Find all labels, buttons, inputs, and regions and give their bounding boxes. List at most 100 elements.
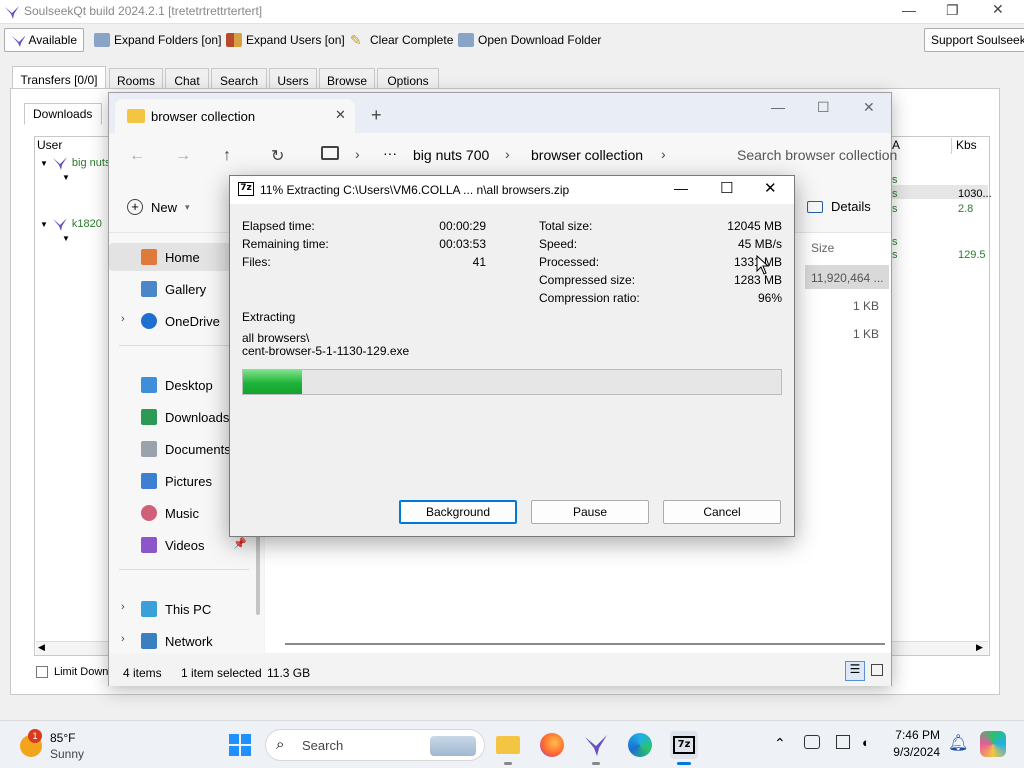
nav-label: Pictures [165,473,212,489]
available-button[interactable]: Available [4,28,84,52]
open-download-folder-button[interactable]: Open Download Folder [452,28,607,52]
network-icon[interactable] [836,735,850,749]
breadcrumb-more[interactable]: ··· [383,145,397,161]
nav-label: Music [165,505,199,521]
chevron-right-icon: › [505,146,510,162]
compression-ratio-value: 96% [757,291,782,305]
details-view-icon[interactable]: ☰ [845,661,865,681]
cloud-icon [141,313,157,329]
search-label: Search [302,738,344,753]
status-fragment: s [892,203,898,215]
pictures-icon [141,473,157,489]
item-count: 4 items [123,666,162,680]
clear-complete-button[interactable]: ✎ Clear Complete [344,28,459,52]
search-input[interactable]: Search browser collection [737,147,897,163]
minimize-icon[interactable]: — [771,99,785,115]
operation-status: Extracting [242,310,296,324]
restore-icon[interactable]: ❐ [946,2,959,19]
collapse-arrow-icon[interactable]: ▼ [62,173,70,182]
available-label: Available [28,33,77,47]
dialog-title: 11% Extracting C:\Users\VM6.COLLA ... n\… [260,183,570,197]
subtab-downloads[interactable]: Downloads [24,103,102,125]
large-icons-view-icon[interactable] [871,664,883,676]
maximize-icon[interactable]: ☐ [720,179,733,197]
taskbar-search[interactable]: ⌕ Search [265,729,485,761]
column-kbs[interactable]: Kbs [954,138,988,154]
weather-widget[interactable]: 1 85°F Sunny [18,729,118,763]
refresh-icon[interactable]: ↻ [271,146,284,166]
horizontal-scrollbar[interactable] [285,643,885,645]
expand-folders-button[interactable]: Expand Folders [on] [88,28,227,52]
column-user[interactable]: User [35,138,115,154]
close-icon[interactable]: ✕ [863,99,875,116]
column-size[interactable]: Size [811,241,834,255]
scroll-left-icon[interactable]: ◀ [38,642,45,653]
support-soulseek-button[interactable]: Support Soulseek! [924,28,1024,52]
close-icon[interactable]: ✕ [764,179,777,197]
computer-icon[interactable] [321,146,339,160]
clock-time[interactable]: 7:46 PM [884,728,940,742]
nav-item-network[interactable]: › Network [109,627,259,655]
breadcrumb-item[interactable]: big nuts 700 [413,147,489,163]
tab-label: Transfers [0/0] [20,72,98,87]
chevron-right-icon[interactable]: › [121,601,125,613]
collapse-arrow-icon[interactable]: ▼ [40,159,48,168]
checkbox-box[interactable] [36,666,48,678]
clock-date[interactable]: 9/3/2024 [884,745,940,759]
background-button[interactable]: Background [399,500,517,524]
column-label: User [37,138,63,152]
start-button[interactable] [226,731,254,759]
minimize-icon[interactable]: — [674,180,688,196]
pin-icon[interactable]: 📌 [233,537,247,550]
chevron-up-icon[interactable]: ⌃ [774,735,786,752]
forward-icon[interactable]: → [175,147,191,165]
firefox-taskbar-button[interactable] [538,731,566,759]
notification-bell-icon[interactable]: 🔔︎ [948,733,968,753]
soulseek-taskbar-button[interactable] [582,731,610,765]
edge-taskbar-button[interactable] [626,731,654,759]
details-button[interactable]: Details [807,199,871,214]
kbs-value: 1030... [958,188,992,200]
soulseek-toolbar: Available Expand Folders [on] Expand Use… [0,25,1024,55]
cancel-button[interactable]: Cancel [663,500,781,524]
back-icon[interactable]: ← [129,147,145,165]
collapse-arrow-icon[interactable]: ▼ [62,234,70,243]
pause-button[interactable]: Pause [531,500,649,524]
minimize-icon[interactable]: — [902,2,916,18]
up-icon[interactable]: ↑ [223,147,231,165]
chevron-right-icon[interactable]: › [121,313,125,325]
current-path: all browsers\ [242,331,310,345]
7zip-taskbar-button[interactable]: 7z [670,731,698,765]
details-pane-icon [807,200,823,213]
collapse-arrow-icon[interactable]: ▼ [40,220,48,229]
close-tab-icon[interactable]: ✕ [335,107,346,123]
expand-users-button[interactable]: Expand Users [on] [220,28,351,52]
breadcrumb-item[interactable]: browser collection [531,147,643,163]
chevron-right-icon[interactable]: › [121,633,125,645]
button-label: Cancel [703,505,741,519]
volume-icon[interactable]: ◐ [862,735,870,750]
scroll-right-icon[interactable]: ▶ [976,642,983,653]
nav-item-this-pc[interactable]: › This PC [109,595,259,623]
details-label: Details [831,199,871,214]
new-button[interactable]: + New ▾ [127,199,190,215]
nav-divider [119,569,249,570]
explorer-tab-title: browser collection [151,109,256,124]
search-highlight-icon [430,736,476,756]
progress-bar [242,369,782,395]
network-icon [141,633,157,649]
new-tab-icon[interactable]: + [371,105,382,126]
explorer-tab[interactable]: browser collection ✕ [115,99,355,133]
tab-label: Rooms [116,73,155,88]
copilot-icon[interactable] [980,731,1006,757]
column-a[interactable]: A [890,138,952,154]
close-icon[interactable]: ✕ [992,1,1004,18]
user-row[interactable]: ▼ k1820 [40,216,102,232]
onedrive-icon[interactable] [804,735,820,749]
maximize-icon[interactable]: ☐ [817,99,830,116]
folder-icon [458,33,474,47]
file-explorer-taskbar-button[interactable] [494,731,522,765]
subtab-label: Downloads [33,107,93,121]
processed-value: 1331 MB [733,255,782,269]
soulseek-bird-icon [52,218,67,231]
